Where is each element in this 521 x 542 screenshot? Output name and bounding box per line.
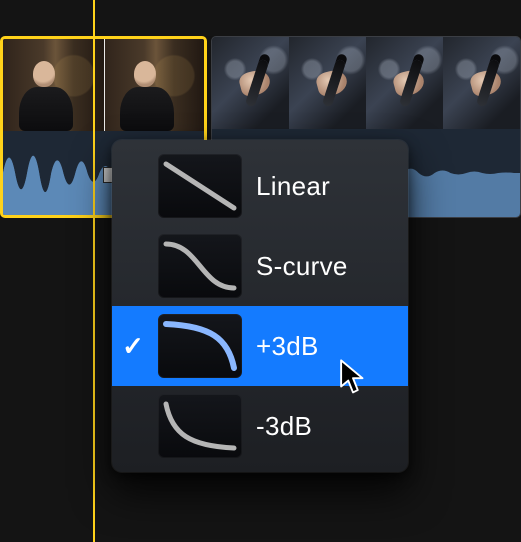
thumbnail-frame — [104, 39, 205, 131]
menu-item-label: +3dB — [256, 331, 394, 362]
fade-shape-linear-icon — [158, 154, 242, 218]
thumbnail-frame — [366, 37, 443, 129]
thumbnail-frame — [3, 39, 104, 131]
fade-shape-menu: Linear S-curve ✓ +3dB -3dB — [112, 140, 408, 472]
check-icon: ✓ — [122, 331, 144, 362]
fade-shape-minus3db-icon — [158, 394, 242, 458]
frame-divider — [104, 39, 105, 131]
thumbnail-frame — [212, 37, 289, 129]
menu-item-label: -3dB — [256, 411, 394, 442]
menu-item-linear[interactable]: Linear — [112, 146, 408, 226]
menu-item-plus3db[interactable]: ✓ +3dB — [112, 306, 408, 386]
menu-item-scurve[interactable]: S-curve — [112, 226, 408, 306]
thumbnail-frame — [443, 37, 520, 129]
menu-item-minus3db[interactable]: -3dB — [112, 386, 408, 466]
menu-item-label: Linear — [256, 171, 394, 202]
thumbnail-frame — [289, 37, 366, 129]
clip-b-thumbnails — [212, 37, 520, 129]
fade-shape-scurve-icon — [158, 234, 242, 298]
playhead[interactable] — [93, 0, 95, 542]
fade-shape-plus3db-icon — [158, 314, 242, 378]
menu-item-label: S-curve — [256, 251, 394, 282]
